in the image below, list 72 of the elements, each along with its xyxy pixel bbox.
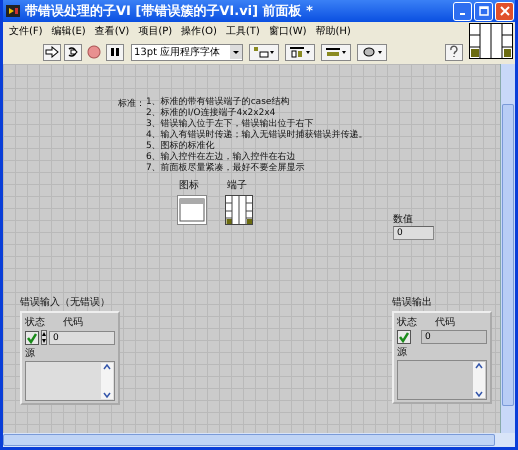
loop-arrow-icon bbox=[66, 46, 80, 58]
numeric-field[interactable]: 0 bbox=[393, 226, 434, 240]
note-line: 6、输入控件在左边，输入控件在右边 bbox=[146, 152, 297, 162]
icon-label: 图标 bbox=[179, 178, 199, 192]
source-label: 源 bbox=[25, 347, 36, 360]
menu-item[interactable]: 查看(V) bbox=[94, 24, 130, 38]
terminal-label: 端子 bbox=[227, 178, 247, 192]
note-line: 4、输入有错误时传递；输入无错误时捕获错误并传递。 bbox=[146, 130, 368, 140]
menu-item[interactable]: 帮助(H) bbox=[316, 24, 351, 38]
note-line: 2、标准的I/O连接端子4x2x2x4 bbox=[146, 108, 276, 118]
help-icon bbox=[448, 45, 460, 59]
status-checkbox[interactable] bbox=[397, 330, 411, 344]
distribute-objects-button[interactable] bbox=[285, 44, 315, 60]
note-line: 5、图标的标准化 bbox=[146, 141, 216, 152]
menu-item[interactable]: 工具(T) bbox=[226, 24, 260, 38]
menu-item[interactable]: 操作(O) bbox=[181, 24, 217, 38]
source-field[interactable] bbox=[25, 361, 115, 401]
note-line: 7、前面板尽量紧凑，最好不要全屏显示 bbox=[146, 163, 306, 174]
window-icon bbox=[177, 195, 207, 225]
scroll-up-icon[interactable] bbox=[102, 363, 112, 371]
maximize-button[interactable] bbox=[474, 2, 493, 20]
menu-item[interactable]: 文件(F) bbox=[9, 24, 43, 38]
code-label: 代码 bbox=[435, 316, 455, 329]
note-line: 3、错误输入位于左下，错误输出位于右下 bbox=[146, 119, 315, 130]
distribute-icon bbox=[289, 46, 311, 58]
horizontal-scrollbar[interactable] bbox=[3, 433, 515, 447]
font-dropdown[interactable]: 13pt 应用程序字体 bbox=[131, 44, 243, 60]
maximize-icon bbox=[478, 6, 488, 16]
minimize-button[interactable] bbox=[453, 2, 472, 20]
increment-arrows-icon[interactable] bbox=[41, 330, 47, 345]
cluster-label: 错误输入（无错误） bbox=[20, 296, 111, 309]
menu-item[interactable]: 窗口(W) bbox=[268, 24, 306, 38]
note-line: 1、标准的带有错误端子的case结构 bbox=[146, 97, 290, 108]
status-checkbox[interactable] bbox=[25, 330, 39, 344]
vi-icon bbox=[6, 5, 20, 17]
stop-icon bbox=[87, 45, 101, 59]
scrollbar[interactable] bbox=[101, 363, 113, 399]
cluster-label: 错误输出 bbox=[392, 296, 433, 309]
code-field[interactable]: 0 bbox=[421, 330, 487, 344]
scroll-down-icon[interactable] bbox=[474, 390, 484, 398]
pause-icon bbox=[110, 47, 120, 57]
run-continuously-button[interactable] bbox=[64, 44, 82, 60]
menu-item[interactable]: 项目(P) bbox=[138, 24, 172, 38]
source-label: 源 bbox=[397, 346, 408, 359]
connector-pane-icon[interactable] bbox=[469, 23, 513, 59]
align-objects-button[interactable] bbox=[249, 44, 279, 60]
code-label: 代码 bbox=[63, 316, 83, 329]
source-field[interactable] bbox=[397, 360, 487, 400]
menu-item[interactable]: 编辑(E) bbox=[52, 24, 86, 38]
close-button[interactable] bbox=[495, 2, 514, 20]
resize-objects-button[interactable] bbox=[321, 44, 351, 60]
window-title: 带错误处理的子VI [带错误簇的子VI.vi] 前面板 * bbox=[25, 3, 313, 20]
close-icon bbox=[500, 6, 510, 16]
run-arrow-icon bbox=[45, 46, 59, 58]
connector-grid-icon bbox=[225, 195, 253, 225]
reorder-button[interactable] bbox=[357, 44, 387, 60]
status-label: 状态 bbox=[397, 316, 417, 329]
notes-label: 标准： bbox=[118, 98, 145, 110]
resize-icon bbox=[325, 46, 347, 58]
numeric-label: 数值 bbox=[393, 213, 413, 226]
run-button[interactable] bbox=[43, 44, 61, 60]
code-field[interactable]: 0 bbox=[49, 330, 115, 344]
vertical-scrollbar[interactable] bbox=[500, 64, 515, 433]
reorder-icon bbox=[361, 46, 383, 58]
scrollbar[interactable] bbox=[473, 362, 485, 398]
align-icon bbox=[253, 46, 275, 58]
help-button[interactable] bbox=[445, 44, 463, 60]
abort-button[interactable] bbox=[85, 44, 103, 60]
status-label: 状态 bbox=[25, 316, 45, 329]
scroll-up-icon[interactable] bbox=[474, 362, 484, 370]
scroll-down-icon[interactable] bbox=[102, 391, 112, 399]
pause-button[interactable] bbox=[106, 44, 124, 60]
